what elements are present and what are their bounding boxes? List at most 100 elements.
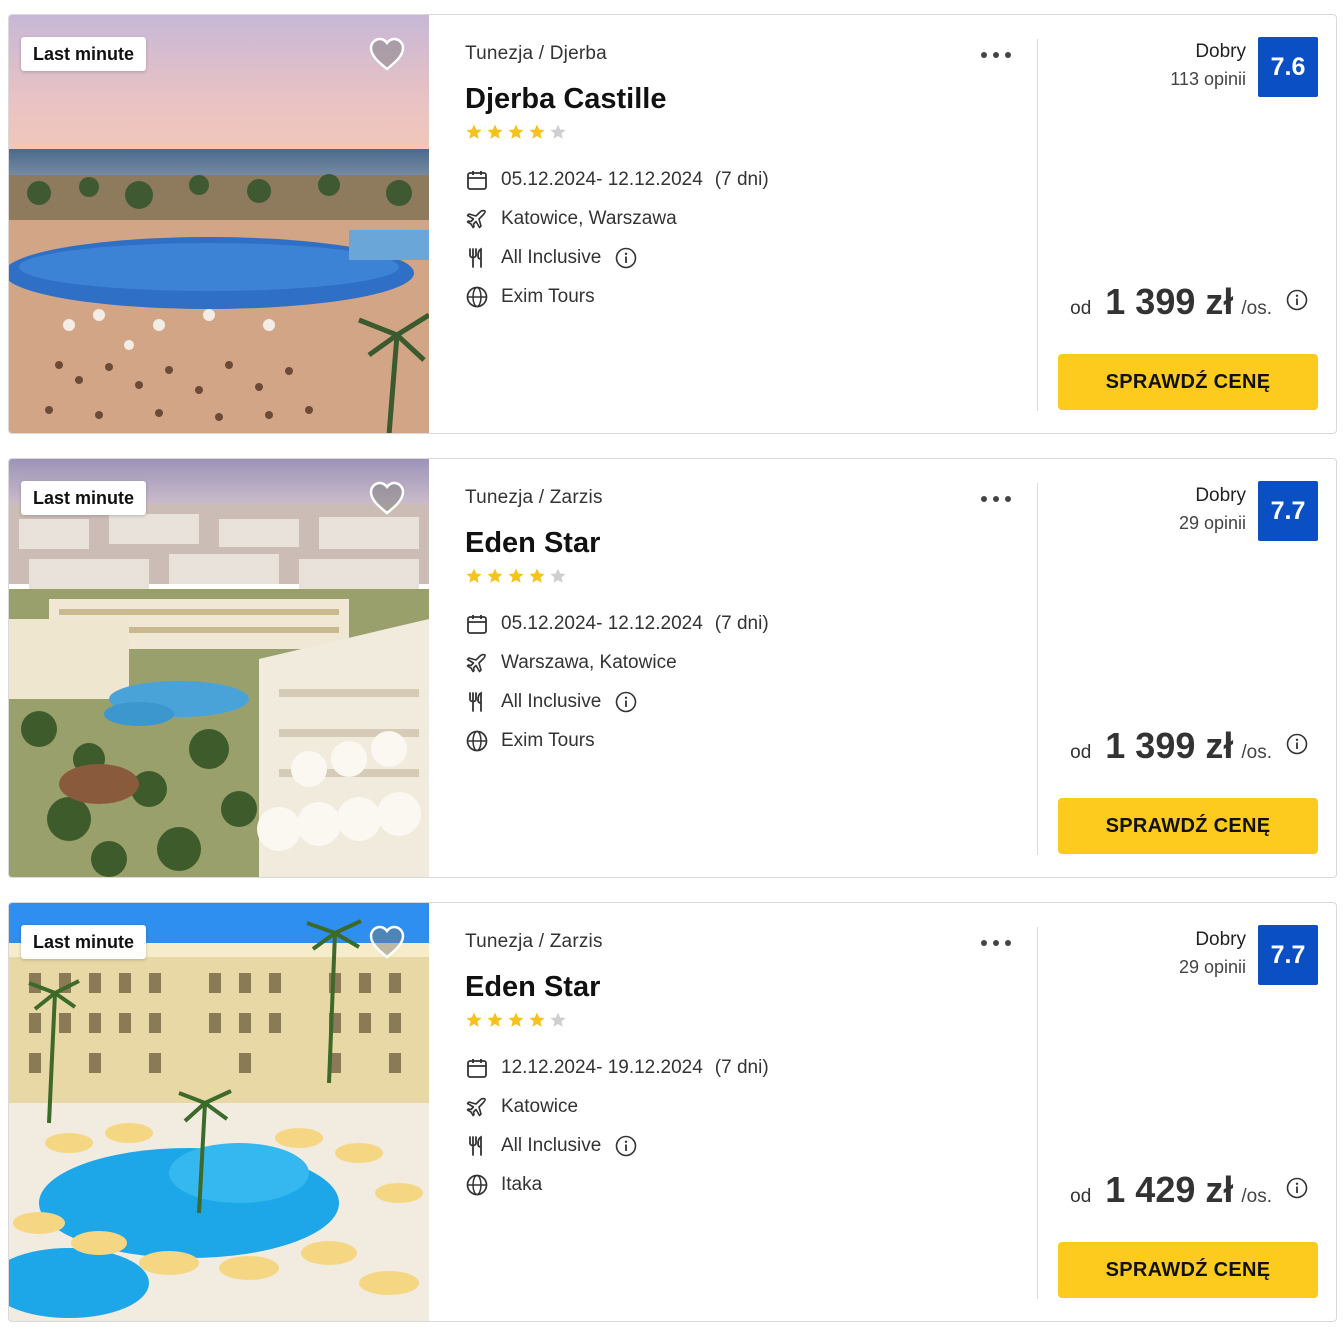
rating-score: 7.7 [1258, 481, 1318, 541]
star-icon [508, 568, 524, 583]
operator-row: Itaka [465, 1172, 542, 1198]
info-icon[interactable] [615, 691, 637, 713]
location-breadcrumb: Tunezja / Zarzis [465, 931, 603, 953]
departure-cities: Katowice, Warszawa [501, 208, 677, 229]
star-icon [550, 568, 566, 583]
calendar-icon [467, 171, 487, 190]
check-price-button[interactable]: SPRAWDŹ CENĘ [1058, 798, 1318, 854]
check-price-button[interactable]: SPRAWDŹ CENĘ [1058, 1242, 1318, 1298]
card-divider [1037, 483, 1038, 855]
globe-icon [466, 286, 488, 308]
cutlery-icon [469, 1135, 482, 1156]
calendar-icon [467, 615, 487, 634]
dates: 12.12.2024- 19.12.2024 [501, 1057, 703, 1078]
board-type: All Inclusive [501, 691, 602, 712]
price: od 1 429 zł /os. [1070, 1169, 1308, 1211]
rating-score: 7.7 [1258, 925, 1318, 985]
price: od 1 399 zł /os. [1070, 281, 1308, 323]
hotel-stars [465, 567, 567, 585]
offer-card[interactable]: Last minute Tunezja / Zarzis Eden Star 1… [8, 902, 1337, 1322]
more-dots-icon[interactable] [979, 487, 1013, 511]
hotel-name[interactable]: Eden Star [465, 527, 600, 560]
star-icon [550, 124, 566, 139]
region: Zarzis [549, 931, 603, 952]
hotel-photo[interactable]: Last minute [9, 459, 429, 877]
price-prefix: od [1070, 298, 1092, 319]
price-value: 1 399 zł [1105, 725, 1234, 766]
price-value: 1 399 zł [1105, 281, 1234, 322]
star-icon [466, 568, 482, 583]
dates-row: 05.12.2024- 12.12.2024 (7 dni) [465, 167, 769, 193]
price-value: 1 429 zł [1105, 1169, 1234, 1210]
star-icon [508, 124, 524, 139]
board-type: All Inclusive [501, 1135, 602, 1156]
star-icon [508, 1012, 524, 1027]
country: Tunezja [465, 43, 534, 64]
departure-row: Katowice, Warszawa [465, 206, 677, 232]
info-icon[interactable] [615, 247, 637, 269]
check-price-button[interactable]: SPRAWDŹ CENĘ [1058, 354, 1318, 410]
heart-icon[interactable] [367, 479, 407, 517]
price-prefix: od [1070, 1186, 1092, 1207]
plane-icon [466, 1097, 486, 1117]
star-icon [550, 1012, 566, 1027]
cutlery-icon [469, 691, 482, 712]
dates-row: 05.12.2024- 12.12.2024 (7 dni) [465, 611, 769, 637]
rating-label: Dobry [1195, 485, 1246, 506]
board-row: All Inclusive [465, 1133, 637, 1159]
star-icon [487, 568, 503, 583]
rating-label: Dobry [1195, 41, 1246, 62]
more-dots-icon[interactable] [979, 43, 1013, 67]
calendar-icon [467, 1059, 487, 1078]
tour-operator: Exim Tours [501, 730, 595, 751]
reviews-count[interactable]: 29 opinii [1179, 513, 1246, 534]
offer-details: Tunezja / Djerba Djerba Castille 05.12.2… [465, 15, 1025, 433]
duration: (7 dni) [714, 613, 769, 634]
offer-card[interactable]: Last minute Tunezja / Zarzis Eden Star 0… [8, 458, 1337, 878]
price-suffix: /os. [1241, 298, 1272, 319]
board-type: All Inclusive [501, 247, 602, 268]
heart-icon[interactable] [367, 35, 407, 73]
card-divider [1037, 927, 1038, 1299]
globe-icon [466, 1174, 488, 1196]
hotel-photo-image [9, 459, 429, 877]
last-minute-badge: Last minute [21, 481, 147, 515]
hotel-name[interactable]: Eden Star [465, 971, 600, 1004]
dates-row: 12.12.2024- 19.12.2024 (7 dni) [465, 1055, 769, 1081]
location-separator: / [538, 931, 545, 952]
location-separator: / [538, 43, 545, 64]
heart-icon[interactable] [367, 923, 407, 961]
country: Tunezja [465, 931, 534, 952]
cutlery-icon [469, 247, 482, 268]
star-icon [466, 1012, 482, 1027]
plane-icon [466, 209, 486, 229]
duration: (7 dni) [714, 1057, 769, 1078]
info-icon[interactable] [1286, 289, 1308, 311]
globe-icon [466, 730, 488, 752]
operator-row: Exim Tours [465, 728, 595, 754]
operator-row: Exim Tours [465, 284, 595, 310]
dates: 05.12.2024- 12.12.2024 [501, 613, 703, 634]
location-separator: / [538, 487, 545, 508]
star-icon [466, 124, 482, 139]
hotel-photo[interactable]: Last minute [9, 903, 429, 1321]
departure-cities: Katowice [501, 1096, 579, 1117]
info-icon[interactable] [1286, 1177, 1308, 1199]
hotel-photo-image [9, 15, 429, 433]
region: Zarzis [549, 487, 603, 508]
info-icon[interactable] [615, 1135, 637, 1157]
plane-icon [466, 653, 486, 673]
offer-details: Tunezja / Zarzis Eden Star 12.12.2024- 1… [465, 903, 1025, 1321]
offer-card[interactable]: Last minute Tunezja / Djerba Djerba Cast… [8, 14, 1337, 434]
hotel-name[interactable]: Djerba Castille [465, 83, 666, 116]
reviews-count[interactable]: 113 opinii [1170, 69, 1246, 90]
info-icon[interactable] [1286, 733, 1308, 755]
hotel-photo[interactable]: Last minute [9, 15, 429, 433]
more-dots-icon[interactable] [979, 931, 1013, 955]
last-minute-badge: Last minute [21, 37, 147, 71]
price-suffix: /os. [1241, 1186, 1272, 1207]
star-icon [529, 568, 545, 583]
hotel-photo-image [9, 903, 429, 1321]
dates: 05.12.2024- 12.12.2024 [501, 169, 703, 190]
reviews-count[interactable]: 29 opinii [1179, 957, 1246, 978]
